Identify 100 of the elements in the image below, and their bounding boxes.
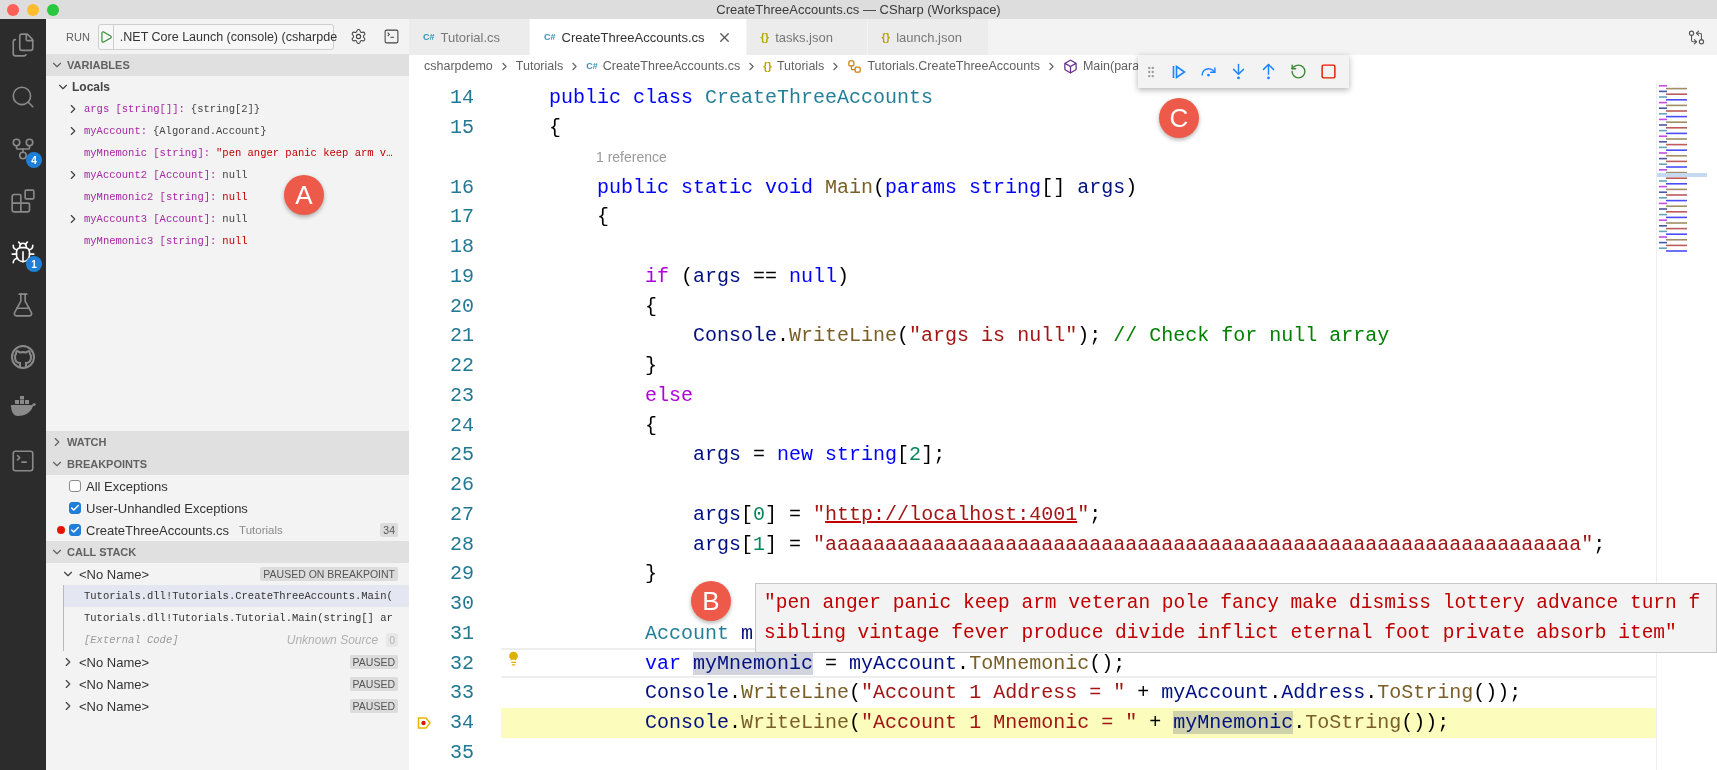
status-badge: PAUSED ON BREAKPOINT xyxy=(260,567,398,581)
search-icon[interactable] xyxy=(10,84,36,110)
code-line: public class CreateThreeAccounts xyxy=(548,85,934,112)
variable-name: myAccount: xyxy=(84,125,147,137)
console-icon[interactable] xyxy=(382,28,400,45)
line-number: 30 xyxy=(449,592,474,616)
frame-source: Unknown Source xyxy=(286,633,379,647)
code-line: if (args == null) xyxy=(644,263,850,290)
breadcrumb-item[interactable]: Main(para xyxy=(1082,59,1140,73)
callout-marker: B xyxy=(691,581,731,621)
thread-name: <No Name> xyxy=(79,566,150,582)
breakpoint-label: All Exceptions xyxy=(86,478,168,494)
compare-icon[interactable] xyxy=(1688,28,1705,46)
step-out-icon[interactable] xyxy=(1260,63,1277,80)
code-line: Console.WriteLine("args is null"); // Check for null array xyxy=(692,323,1390,350)
bug-icon[interactable] xyxy=(10,240,36,266)
terminal-icon[interactable] xyxy=(10,448,36,474)
code-line: } xyxy=(644,353,658,380)
checkbox[interactable] xyxy=(69,524,81,536)
editor-tab[interactable]: C# Tutorial.cs xyxy=(409,19,530,55)
breadcrumb-item[interactable]: csharpdemo xyxy=(424,59,493,73)
breadcrumb-item[interactable]: Tutorials xyxy=(776,59,825,73)
stack-frame-row[interactable]: Tutorials.dll!Tutorials.CreateThreeAccounts.Main( xyxy=(64,585,409,607)
continue-icon[interactable] xyxy=(1171,63,1187,80)
cube-icon xyxy=(1062,58,1078,74)
code-line: } xyxy=(644,561,658,588)
line-number: 17 xyxy=(449,205,474,229)
restart-icon[interactable] xyxy=(1290,63,1307,80)
frame-label: [External Code] xyxy=(84,634,179,646)
breadcrumb-item[interactable]: CreateThreeAccounts.cs xyxy=(602,59,741,73)
section-header[interactable]: VARIABLES xyxy=(46,54,409,76)
section-header[interactable]: BREAKPOINTS xyxy=(46,453,409,475)
breakpoint-dot xyxy=(57,526,65,534)
breakpoint-label: CreateThreeAccounts.cs xyxy=(86,522,230,538)
branch-icon[interactable] xyxy=(10,136,36,162)
json-file-icon: {} xyxy=(760,31,770,43)
count-badge: 4 xyxy=(26,152,42,168)
line-number: 25 xyxy=(449,443,474,467)
checkbox[interactable] xyxy=(69,480,81,492)
count-badge: 1 xyxy=(26,256,42,272)
code-line: { xyxy=(644,293,658,320)
line-number-badge: 34 xyxy=(380,523,398,537)
whale-icon xyxy=(10,396,36,418)
line-number: 22 xyxy=(449,354,474,378)
csharp-file-icon: C# xyxy=(544,32,556,42)
stop-icon[interactable] xyxy=(1320,63,1337,80)
line-number: 19 xyxy=(449,264,474,288)
thread-name: <No Name> xyxy=(79,698,150,714)
step-into-icon[interactable] xyxy=(1230,63,1247,80)
status-badge: PAUSED xyxy=(349,699,398,713)
scope-label: Locals xyxy=(72,80,110,94)
breadcrumb-item[interactable]: Tutorials xyxy=(515,59,564,73)
class-icon xyxy=(847,58,863,74)
line-number: 32 xyxy=(449,651,474,675)
close-window-button[interactable] xyxy=(7,3,19,16)
debug-pointer-icon xyxy=(417,715,431,730)
csharp-file-icon: C# xyxy=(423,32,435,42)
status-badge: PAUSED xyxy=(349,655,398,669)
tooltip-text: sibling vintage fever produce divide inflict eternal foot private absorb item" xyxy=(764,621,1678,646)
code-line: args[0] = "http://localhost:4001"; xyxy=(692,501,1102,528)
play-icon[interactable] xyxy=(98,29,113,44)
editor-tab[interactable]: C# CreateThreeAccounts.cs xyxy=(530,19,747,55)
line-number: 15 xyxy=(449,116,474,140)
line-number: 29 xyxy=(449,562,474,586)
code-line: args = new string[2]; xyxy=(692,442,946,469)
line-number: 33 xyxy=(449,681,474,705)
stack-frame-row[interactable]: Tutorials.dll!Tutorials.Tutorial.Main(string[] ar xyxy=(64,607,409,629)
code-line: Console.WriteLine("Account 1 Mnemonic = " + myMnemonic.ToString()); xyxy=(644,710,1450,737)
variable-value: {Algorand.Account} xyxy=(153,125,267,137)
section-header[interactable]: CALL STACK xyxy=(46,541,409,563)
line-number: 16 xyxy=(449,175,474,199)
line-number: 27 xyxy=(449,502,474,526)
section-header[interactable]: WATCH xyxy=(46,431,409,453)
braces-icon: {} xyxy=(763,60,772,72)
thread-name: <No Name> xyxy=(79,654,150,670)
settings-icon[interactable] xyxy=(349,28,367,45)
line-number: 31 xyxy=(449,621,474,645)
code-line: var myMnemonic = myAccount.ToMnemonic(); xyxy=(644,650,1126,677)
line-number: 20 xyxy=(449,294,474,318)
tooltip-text: "pen anger panic keep arm veteran pole fancy make dismiss lottery advance turn f xyxy=(764,591,1702,616)
extensions-icon[interactable] xyxy=(10,188,36,214)
code-line: { xyxy=(596,204,610,231)
line-number: 26 xyxy=(449,473,474,497)
code-line: Console.WriteLine("Account 1 Address = " + myAccount.Address.ToString()); xyxy=(644,680,1522,707)
line-number: 28 xyxy=(449,532,474,556)
code-line: { xyxy=(644,412,658,439)
line-number: 34 xyxy=(449,711,474,735)
editor-tab[interactable]: {} tasks.json xyxy=(746,19,868,55)
frame-label: Tutorials.dll!Tutorials.Tutorial.Main(string[] ar xyxy=(84,612,393,624)
checkbox[interactable] xyxy=(69,502,81,514)
breadcrumb-item[interactable]: Tutorials.CreateThreeAccounts xyxy=(867,59,1040,73)
csharp-file-icon: C# xyxy=(586,61,598,71)
variable-value: {string[2]} xyxy=(190,103,261,115)
breakpoint-folder: Tutorials xyxy=(239,524,283,536)
variable-name: myMnemonic3 [string]: xyxy=(84,235,217,247)
window-title: CreateThreeAccounts.cs — CSharp (Workspace) xyxy=(716,2,1001,17)
variable-name: args [string[]]: xyxy=(84,103,185,115)
editor-tab[interactable]: {} launch.json xyxy=(867,19,989,55)
files-icon[interactable] xyxy=(10,32,36,58)
line-number: 14 xyxy=(449,86,474,110)
